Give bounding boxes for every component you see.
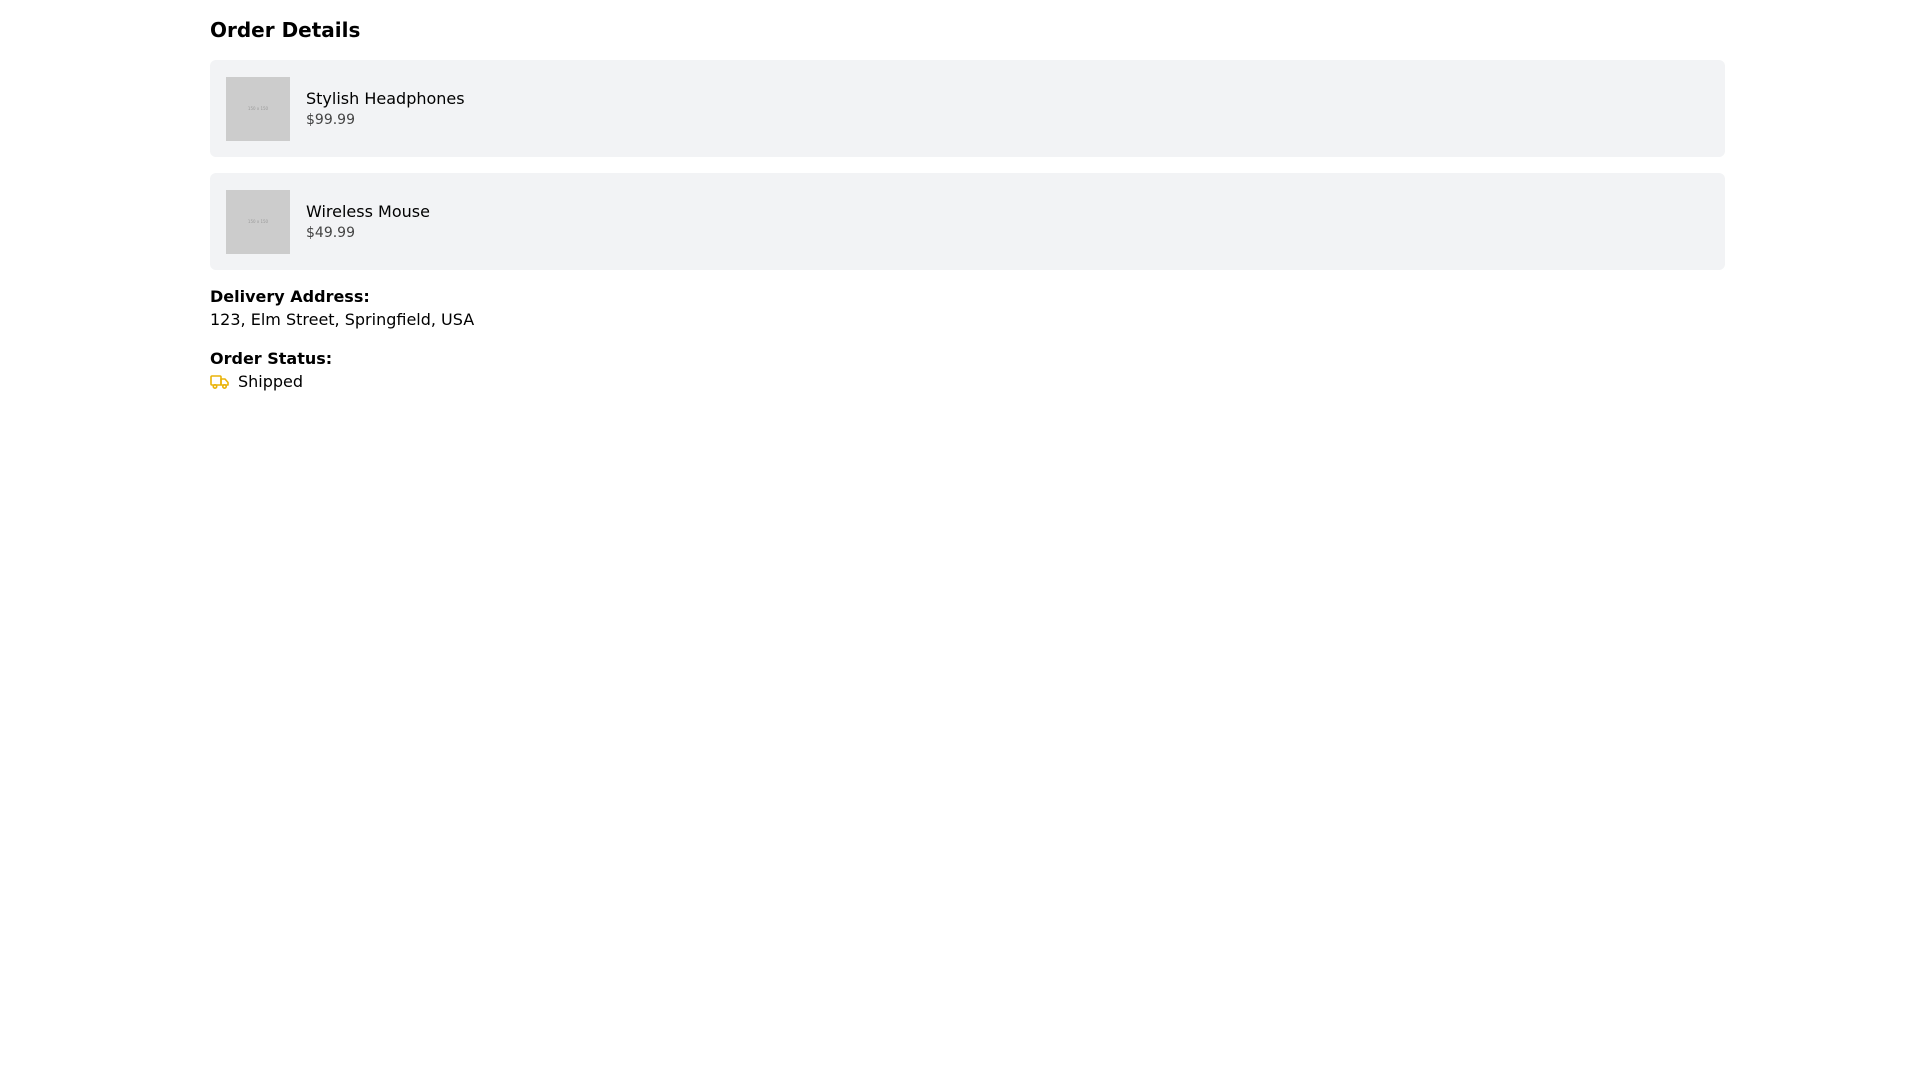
order-status-label: Order Status: <box>210 349 333 368</box>
item-info: Stylish Headphones $99.99 <box>306 88 465 129</box>
order-item: 150 x 150 Stylish Headphones $99.99 <box>210 60 1725 157</box>
item-price: $49.99 <box>306 225 355 241</box>
delivery-address-label: Delivery Address: <box>210 287 370 306</box>
thumbnail-placeholder-label: 150 x 150 <box>247 106 269 111</box>
item-info: Wireless Mouse $49.99 <box>306 201 430 242</box>
page-title: Order Details <box>210 18 361 42</box>
item-name: Wireless Mouse <box>306 202 430 221</box>
order-status-section: Order Status: Shipped <box>210 348 1725 394</box>
order-items-list: 150 x 150 Stylish Headphones $99.99 150 … <box>210 60 1725 270</box>
item-price: $99.99 <box>306 112 355 128</box>
delivery-address-section: Delivery Address: 123, Elm Street, Sprin… <box>210 286 1725 332</box>
order-status-row: Shipped <box>210 370 1725 394</box>
order-status-value: Shipped <box>238 372 304 391</box>
delivery-address-value: 123, Elm Street, Springfield, USA <box>210 310 475 329</box>
item-name: Stylish Headphones <box>306 89 465 108</box>
product-thumbnail: 150 x 150 <box>226 76 290 141</box>
order-item: 150 x 150 Wireless Mouse $49.99 <box>210 173 1725 270</box>
truck-icon <box>210 374 230 390</box>
product-thumbnail: 150 x 150 <box>226 189 290 254</box>
thumbnail-placeholder-label: 150 x 150 <box>247 219 269 224</box>
order-details-page: Order Details 150 x 150 Stylish Headphon… <box>210 0 1725 394</box>
